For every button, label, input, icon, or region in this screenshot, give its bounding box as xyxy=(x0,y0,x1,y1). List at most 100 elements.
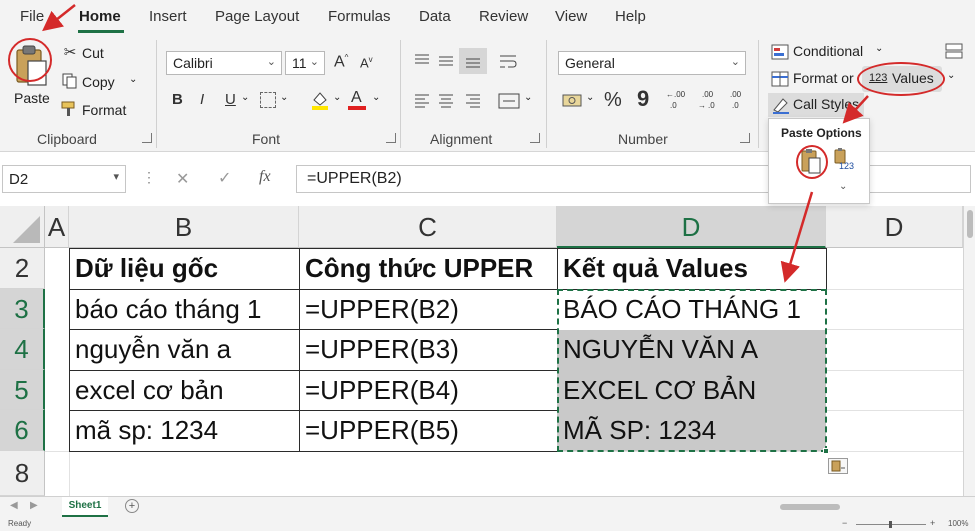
tab-view[interactable]: View xyxy=(555,8,587,25)
conditional-formatting-icon[interactable] xyxy=(771,44,789,60)
chevron-down-icon[interactable]: ⌄ xyxy=(839,181,847,192)
underline-button[interactable]: U xyxy=(225,92,236,107)
tab-home[interactable]: Home xyxy=(79,8,121,25)
decrease-font-icon[interactable]: Av xyxy=(360,56,373,70)
format-as-table-button[interactable]: Format or xyxy=(793,70,854,86)
scroll-right-icon[interactable]: ▶ xyxy=(30,500,38,511)
format-painter-button[interactable]: Format xyxy=(82,102,126,118)
format-as-table-icon[interactable] xyxy=(771,71,789,87)
zoom-in-icon[interactable]: + xyxy=(930,518,935,528)
zoom-out-icon[interactable]: − xyxy=(842,518,847,528)
increase-decimal-button[interactable]: ← .00 .0 xyxy=(666,90,690,114)
clipboard-launcher-icon[interactable] xyxy=(142,133,152,143)
cell-c4[interactable]: =UPPER(B3) xyxy=(299,329,557,370)
cell-c6[interactable]: =UPPER(B5) xyxy=(299,410,557,451)
chevron-down-icon[interactable]: ⌄ xyxy=(333,92,341,103)
tab-help[interactable]: Help xyxy=(615,8,646,25)
font-name-dropdown[interactable]: Calibri ⌄ xyxy=(166,51,282,75)
decrease-decimal-alt-button[interactable]: .00 .0 xyxy=(728,90,748,114)
chevron-down-icon[interactable]: ⌄ xyxy=(241,92,249,103)
sheet-tab-sheet1[interactable]: Sheet1 xyxy=(62,497,108,517)
insert-cells-icon[interactable] xyxy=(945,43,963,59)
font-launcher-icon[interactable] xyxy=(386,133,396,143)
alignment-launcher-icon[interactable] xyxy=(530,133,540,143)
chevron-down-icon[interactable]: ⌄ xyxy=(586,92,594,103)
horizontal-scrollbar[interactable] xyxy=(770,503,960,511)
row-header-5[interactable]: 5 xyxy=(0,370,45,410)
font-color-icon[interactable]: A xyxy=(348,89,366,111)
cell-c5[interactable]: =UPPER(B4) xyxy=(299,370,557,411)
vertical-scrollbar[interactable] xyxy=(963,206,975,496)
align-right-icon[interactable] xyxy=(464,92,482,110)
header-cell-b[interactable]: Dữ liệu gốc xyxy=(69,248,299,289)
more-options-icon[interactable]: ⋮ xyxy=(142,169,156,186)
zoom-level[interactable]: 100% xyxy=(948,519,968,528)
row-header-3[interactable]: 3 xyxy=(0,289,45,329)
paste-values-option[interactable]: 123 xyxy=(833,147,861,177)
number-format-dropdown[interactable]: General ⌄ xyxy=(558,51,746,75)
chevron-down-icon[interactable]: ⌄ xyxy=(524,92,532,103)
chevron-down-icon[interactable]: ⌄ xyxy=(372,92,380,103)
cell-b3[interactable]: báo cáo tháng 1 xyxy=(69,289,299,330)
align-middle-icon[interactable] xyxy=(437,52,455,70)
decrease-decimal-button[interactable]: .00 → .0 xyxy=(698,90,722,114)
scroll-left-icon[interactable]: ◀ xyxy=(10,500,18,511)
column-header-d-duplicate[interactable]: D xyxy=(826,206,963,248)
tab-page-layout[interactable]: Page Layout xyxy=(215,8,299,25)
align-top-icon[interactable] xyxy=(413,52,431,70)
cell-styles-icon[interactable]: Call Styles xyxy=(768,93,864,117)
chevron-down-icon[interactable]: ⌄ xyxy=(280,92,288,103)
row-header-8[interactable]: 8 xyxy=(0,451,45,496)
scrollbar-thumb[interactable] xyxy=(780,504,840,510)
cell-b4[interactable]: nguyễn văn a xyxy=(69,329,299,370)
bold-button[interactable]: B xyxy=(172,92,183,107)
header-cell-c[interactable]: Công thức UPPER xyxy=(299,248,557,289)
percent-style-button[interactable]: % xyxy=(604,90,622,110)
enter-icon[interactable]: ✓ xyxy=(218,168,231,188)
cancel-icon[interactable]: ✕ xyxy=(176,169,189,189)
cell-b5[interactable]: excel cơ bản xyxy=(69,370,299,411)
accounting-format-icon[interactable] xyxy=(562,92,584,110)
tab-insert[interactable]: Insert xyxy=(149,8,187,25)
align-left-icon[interactable] xyxy=(413,92,431,110)
align-bottom-icon[interactable] xyxy=(459,48,487,74)
cut-button[interactable]: Cut xyxy=(82,45,104,61)
zoom-slider-thumb[interactable] xyxy=(889,521,892,528)
fill-color-icon[interactable] xyxy=(311,90,329,110)
cell-b6[interactable]: mã sp: 1234 xyxy=(69,410,299,451)
tab-file[interactable]: File xyxy=(20,8,44,25)
row-header-4[interactable]: 4 xyxy=(0,329,45,370)
header-cell-d[interactable]: Kết quả Values xyxy=(557,248,826,289)
column-header-b[interactable]: B xyxy=(69,206,299,248)
row-header-2[interactable]: 2 xyxy=(0,248,45,289)
column-header-c[interactable]: C xyxy=(299,206,557,248)
comma-style-button[interactable]: 9 xyxy=(637,88,649,110)
tab-review[interactable]: Review xyxy=(479,8,528,25)
tab-formulas[interactable]: Formulas xyxy=(328,8,391,25)
select-all-corner[interactable] xyxy=(0,206,45,248)
column-header-a[interactable]: A xyxy=(45,206,69,248)
chevron-down-icon[interactable]: ⌄ xyxy=(875,43,883,54)
add-sheet-button[interactable]: + xyxy=(125,499,139,513)
tab-data[interactable]: Data xyxy=(419,8,451,25)
merge-center-icon[interactable] xyxy=(498,92,520,110)
zoom-slider[interactable] xyxy=(856,521,926,528)
font-size-dropdown[interactable]: 11 ⌄ xyxy=(285,51,325,75)
increase-font-icon[interactable]: A^ xyxy=(334,54,348,70)
borders-icon[interactable] xyxy=(260,92,276,108)
wrap-text-icon[interactable] xyxy=(498,52,518,70)
chevron-down-icon[interactable]: ⌄ xyxy=(947,70,955,81)
conditional-formatting-button[interactable]: Conditional xyxy=(793,43,863,59)
align-center-icon[interactable] xyxy=(437,92,455,110)
name-box[interactable]: D2 ▾ xyxy=(2,165,126,193)
copy-dropdown-icon[interactable]: ⌄ xyxy=(129,74,137,85)
fill-handle[interactable] xyxy=(823,448,829,454)
row-header-6[interactable]: 6 xyxy=(0,410,45,451)
cell-c3[interactable]: =UPPER(B2) xyxy=(299,289,557,330)
number-launcher-icon[interactable] xyxy=(740,133,750,143)
column-header-d[interactable]: D xyxy=(557,206,826,248)
copy-button[interactable]: Copy xyxy=(82,74,115,90)
scrollbar-thumb[interactable] xyxy=(967,210,973,238)
insert-function-icon[interactable]: fx xyxy=(259,168,271,186)
italic-button[interactable]: I xyxy=(200,92,204,107)
